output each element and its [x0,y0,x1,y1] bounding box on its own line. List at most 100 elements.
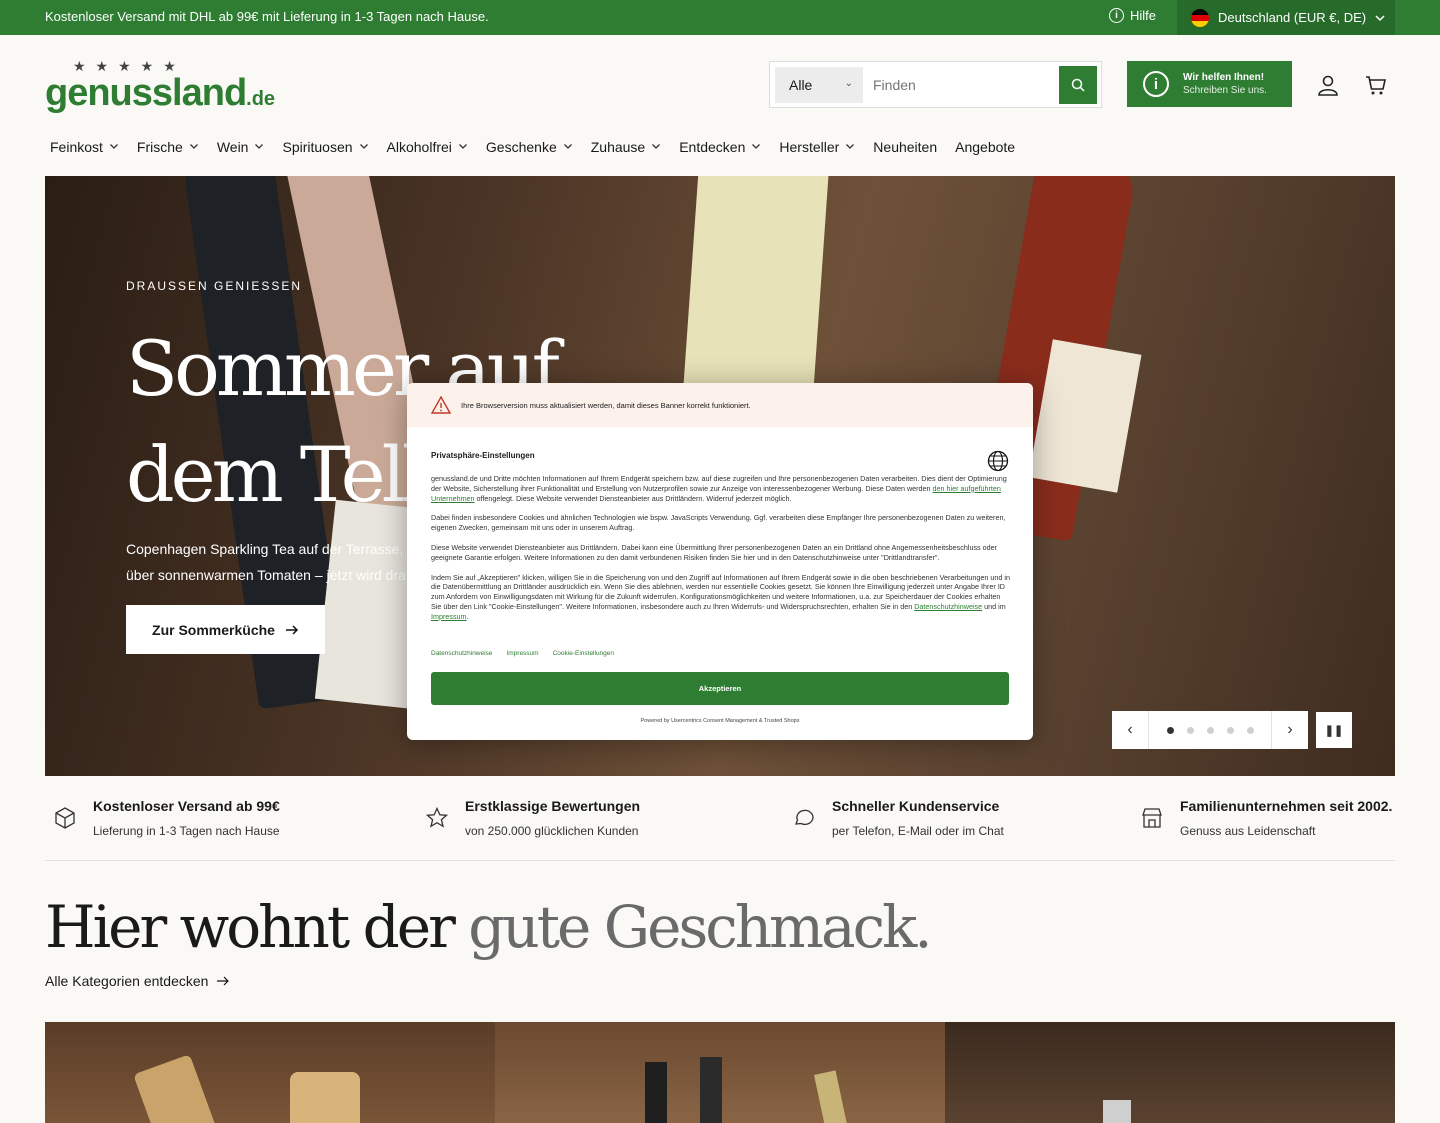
star-icon [425,806,449,828]
nav-item-zuhause[interactable]: Zuhause [591,139,661,155]
germany-flag-icon [1191,8,1209,27]
cookie-paragraph: Indem Sie auf „Akzeptieren" klicken, wil… [431,573,1011,622]
cookie-paragraph: genussland.de und Dritte möchten Informa… [431,474,1011,503]
nav-item-alkoholfrei[interactable]: Alkoholfrei [387,139,468,155]
feature-title: Familienunternehmen seit 2002. [1180,798,1393,814]
hero-cta-label: Zur Sommerküche [152,621,275,638]
arrow-right-icon [285,624,299,635]
slider-dot[interactable] [1226,726,1234,734]
cookie-footer-links: Datenschutzhinweise Impressum Cookie-Ein… [431,650,614,657]
help-box-subtitle: Schreiben Sie uns. [1183,85,1267,96]
nav-item-hersteller[interactable]: Hersteller [779,139,855,155]
headline-part2: gute Geschmack. [468,893,932,961]
language-globe-icon[interactable] [987,450,1009,472]
country-selector[interactable]: Deutschland (EUR €, DE) [1177,0,1395,35]
slider-next-button[interactable]: › [1272,711,1308,749]
hero-description-line2: über sonnenwarmen Tomaten – jetzt wird d… [126,567,426,583]
all-categories-link[interactable]: Alle Kategorien entdecken [45,973,230,989]
category-tile[interactable] [945,1022,1395,1123]
hero-eyebrow: DRAUSSEN GENIESSEN [126,279,303,293]
powered-by-text: Powered by Usercentrics Consent Manageme… [640,718,800,724]
chevron-down-icon [563,141,573,154]
search-button[interactable] [1059,66,1097,104]
cookie-text: offengelegt. Diese Website verwendet Die… [474,493,792,503]
nav-item-spirituosen[interactable]: Spirituosen [282,139,368,155]
search-icon [1071,78,1085,92]
nav-item-entdecken[interactable]: Entdecken [679,139,761,155]
logo-wordmark: genussland [45,72,247,114]
category-tiles [45,1022,1395,1123]
category-tile[interactable] [45,1022,495,1123]
nav-item-wein[interactable]: Wein [217,139,265,155]
category-tile-image [290,1072,360,1123]
nav-item-neuheiten[interactable]: Neuheiten [873,139,937,155]
chevron-right-icon: › [1287,721,1293,738]
info-icon: i [1109,8,1124,23]
cart-button[interactable] [1364,73,1388,102]
slider-pause-button[interactable]: ❚❚ [1316,712,1352,748]
box-icon [55,807,75,829]
chevron-down-icon [254,141,264,154]
chevron-down-icon [751,141,761,154]
slider-dot[interactable] [1246,726,1254,734]
nav-item-label: Spirituosen [282,139,353,155]
shipping-notice: Kostenloser Versand mit DHL ab 99€ mit L… [45,9,489,24]
hero-cta-button[interactable]: Zur Sommerküche [126,605,325,654]
pause-icon: ❚❚ [1324,724,1344,737]
nav-item-frische[interactable]: Frische [137,139,199,155]
section-headline: Hier wohnt der gute Geschmack. [45,893,933,961]
slider-dot[interactable] [1166,726,1174,734]
slider-dot[interactable] [1206,726,1214,734]
site-logo[interactable]: ★★★★★ genussland.de [45,58,275,114]
slider-prev-button[interactable]: ‹ [1112,711,1148,749]
nav-item-label: Frische [136,139,183,155]
imprint-footer-link[interactable]: Impressum [506,650,538,657]
nav-item-label: Feinkost [50,139,103,155]
user-icon [1318,75,1338,96]
feature-strip: Kostenloser Versand ab 99€ Lieferung in … [45,776,1395,861]
feature-title: Erstklassige Bewertungen [465,798,641,814]
cart-icon [1366,76,1386,95]
cookie-settings-link[interactable]: Cookie-Einstellungen [553,650,614,657]
cookie-modal-body: genussland.de und Dritte möchten Informa… [431,474,1011,632]
announcement-bar: Kostenloser Versand mit DHL ab 99€ mit L… [0,0,1440,35]
nav-item-label: Alkoholfrei [386,139,452,155]
search-category-select[interactable]: Alle ⌄ [775,67,863,103]
logo-tld: .de [246,88,276,110]
cookie-paragraph: Diese Website verwendet Diensteanbieter … [431,542,998,562]
category-tile[interactable] [495,1022,945,1123]
help-label: Hilfe [1130,8,1157,23]
warning-icon [431,396,451,414]
help-link[interactable]: i Hilfe [1109,8,1156,23]
cookie-text: und im [982,601,1006,611]
cookie-modal-title: Privatsphäre-Einstellungen [431,451,535,460]
account-button[interactable] [1316,73,1340,102]
search-input[interactable] [865,67,1060,103]
nav-item-label: Zuhause [590,139,646,155]
cookie-text: . [466,611,469,621]
store-icon [1142,808,1162,828]
nav-item-feinkost[interactable]: Feinkost [50,139,119,155]
chevron-left-icon: ‹ [1127,721,1133,738]
search-category-value: Alle [789,77,813,93]
chevron-down-icon [189,141,199,154]
slider-dot[interactable] [1186,726,1194,734]
cookie-consent-modal: Ihre Browserversion muss aktualisiert we… [407,383,1033,740]
category-tile-image [700,1057,722,1123]
headline-part1: Hier wohnt der [45,893,469,961]
imprint-link[interactable]: Impressum [431,612,467,621]
nav-item-angebote[interactable]: Angebote [955,139,1015,155]
privacy-link[interactable]: Datenschutzhinweise [914,602,982,611]
nav-item-label: Wein [216,139,249,155]
country-label: Deutschland (EUR €, DE) [1218,10,1367,25]
accept-button[interactable]: Akzeptieren [431,672,1009,705]
nav-item-label: Angebote [955,139,1016,155]
feature-title: Schneller Kundenservice [832,798,1000,814]
nav-item-label: Entdecken [679,139,746,155]
category-tile-image [133,1054,217,1123]
nav-item-geschenke[interactable]: Geschenke [486,139,573,155]
browser-warning-text: Ihre Browserversion muss aktualisiert we… [461,400,751,410]
privacy-notice-link[interactable]: Datenschutzhinweise [431,650,492,657]
contact-help-box[interactable]: i Wir helfen Ihnen! Schreiben Sie uns. [1127,61,1292,107]
feature-subtitle: Genuss aus Leidenschaft [1180,824,1316,838]
